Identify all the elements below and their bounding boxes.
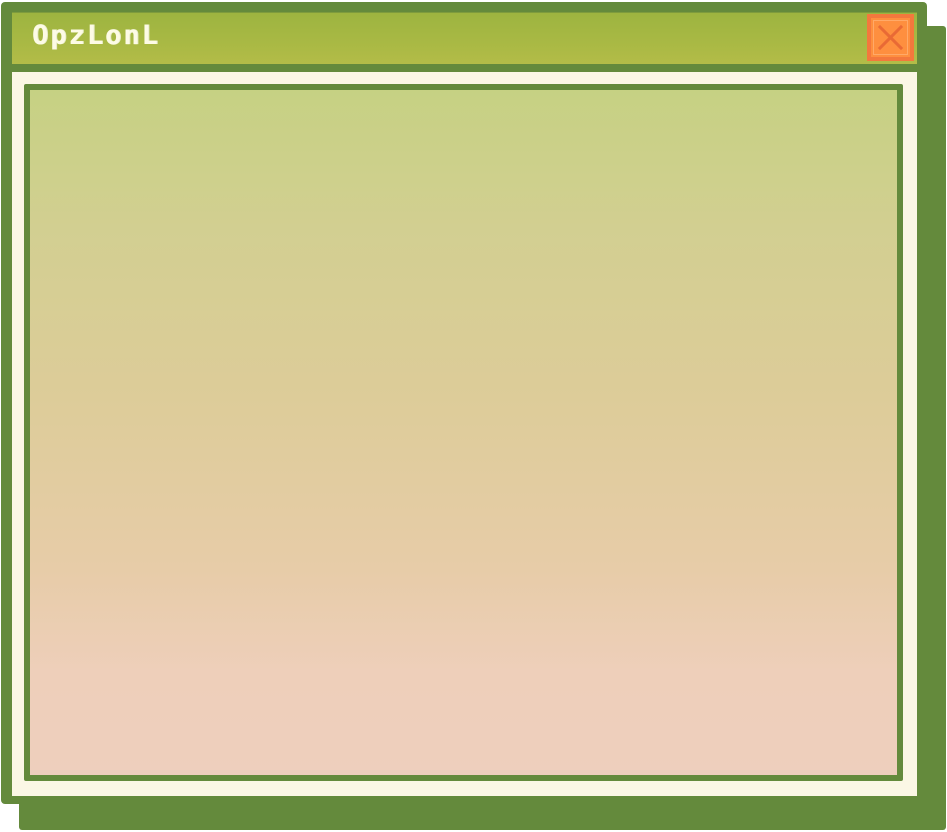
content-area bbox=[24, 84, 903, 781]
title-bar[interactable]: OpzLonL bbox=[12, 12, 917, 64]
close-button[interactable] bbox=[867, 14, 914, 61]
close-icon bbox=[877, 24, 904, 51]
window-title: OpzLonL bbox=[32, 20, 160, 51]
dialog-window: OpzLonL bbox=[1, 2, 927, 804]
window-body bbox=[12, 72, 917, 796]
